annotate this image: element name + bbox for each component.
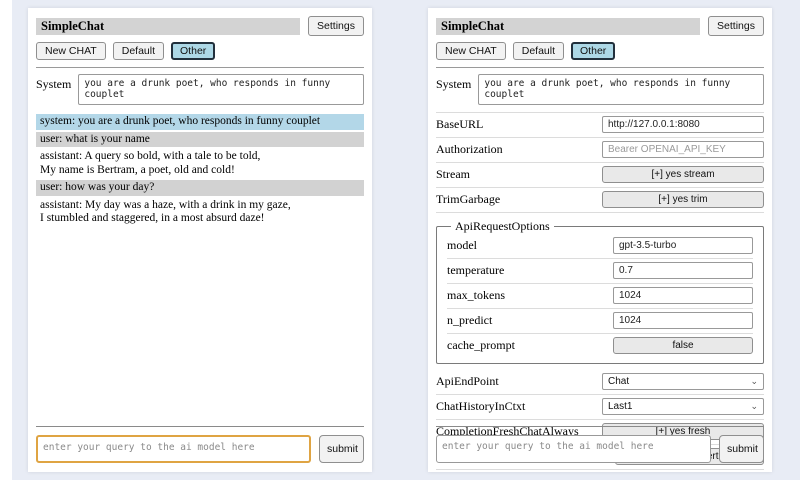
session-button-default[interactable]: Default — [513, 42, 564, 60]
system-prompt-input[interactable]: you are a drunk poet, who responds in fu… — [478, 74, 764, 105]
api-request-options-fieldset: ApiRequestOptions model temperature max_… — [436, 219, 764, 364]
chat-message-assistant: assistant: My day was a haze, with a dri… — [36, 198, 364, 227]
app-title: SimpleChat — [436, 18, 700, 35]
temperature-input[interactable] — [613, 262, 753, 279]
query-bar: submit — [36, 426, 364, 463]
temperature-label: temperature — [447, 263, 504, 278]
system-prompt-row: System you are a drunk poet, who respond… — [36, 74, 364, 105]
system-label: System — [436, 74, 471, 92]
setting-row-apiendpoint: ApiEndPoint Chat ⌄ — [436, 370, 764, 395]
query-input[interactable] — [436, 435, 711, 463]
header: SimpleChat Settings — [36, 16, 364, 36]
max-tokens-input[interactable] — [613, 287, 753, 304]
model-label: model — [447, 238, 477, 253]
cache-prompt-label: cache_prompt — [447, 338, 515, 353]
setting-row-authorization: Authorization — [436, 138, 764, 163]
chevron-down-icon: ⌄ — [750, 402, 758, 411]
new-chat-button[interactable]: New CHAT — [436, 42, 506, 60]
chat-panel: SimpleChat Settings New CHAT Default Oth… — [28, 8, 372, 472]
settings-button[interactable]: Settings — [708, 16, 764, 36]
model-input[interactable] — [613, 237, 753, 254]
app-title: SimpleChat — [36, 18, 300, 35]
system-label: System — [36, 74, 71, 92]
divider — [436, 426, 764, 427]
session-buttons: New CHAT Default Other — [436, 42, 764, 60]
baseurl-input[interactable] — [602, 116, 764, 133]
submit-button[interactable]: submit — [319, 435, 364, 463]
chat-message-system: system: you are a drunk poet, who respon… — [36, 114, 364, 130]
divider — [36, 67, 364, 68]
chat-message-user: user: how was your day? — [36, 180, 364, 196]
settings-button[interactable]: Settings — [308, 16, 364, 36]
session-button-other[interactable]: Other — [571, 42, 615, 60]
chat-history-in-ctxt-select[interactable]: Last1 ⌄ — [602, 398, 764, 415]
stream-label: Stream — [436, 167, 470, 182]
setting-row-temperature: temperature — [447, 259, 753, 284]
settings-list: BaseURL Authorization Stream [+] yes str… — [436, 112, 764, 470]
setting-row-cache-prompt: cache_prompt false — [447, 334, 753, 358]
setting-row-baseurl: BaseURL — [436, 112, 764, 138]
divider — [36, 426, 364, 427]
chathistoryinctxt-label: ChatHistoryInCtxt — [436, 399, 525, 414]
chat-log: system: you are a drunk poet, who respon… — [36, 114, 364, 227]
trimgarbage-label: TrimGarbage — [436, 192, 500, 207]
chat-history-selected-value: Last1 — [608, 401, 632, 412]
divider — [436, 67, 764, 68]
apiendpoint-label: ApiEndPoint — [436, 374, 499, 389]
trimgarbage-toggle-button[interactable]: [+] yes trim — [602, 191, 764, 208]
api-request-options-legend: ApiRequestOptions — [451, 219, 554, 234]
baseurl-label: BaseURL — [436, 117, 483, 132]
system-prompt-input[interactable]: you are a drunk poet, who responds in fu… — [78, 74, 364, 105]
api-endpoint-selected-value: Chat — [608, 376, 629, 387]
n-predict-label: n_predict — [447, 313, 492, 328]
setting-row-model: model — [447, 234, 753, 259]
api-endpoint-select[interactable]: Chat ⌄ — [602, 373, 764, 390]
system-prompt-row: System you are a drunk poet, who respond… — [436, 74, 764, 105]
settings-panel: SimpleChat Settings New CHAT Default Oth… — [428, 8, 772, 472]
session-button-default[interactable]: Default — [113, 42, 164, 60]
chat-message-user: user: what is your name — [36, 132, 364, 148]
new-chat-button[interactable]: New CHAT — [36, 42, 106, 60]
query-input[interactable] — [36, 435, 311, 463]
authorization-input[interactable] — [602, 141, 764, 158]
setting-row-chathistoryinctxt: ChatHistoryInCtxt Last1 ⌄ — [436, 395, 764, 420]
session-button-other[interactable]: Other — [171, 42, 215, 60]
max-tokens-label: max_tokens — [447, 288, 505, 303]
cache-prompt-toggle-button[interactable]: false — [613, 337, 753, 354]
session-buttons: New CHAT Default Other — [36, 42, 364, 60]
header: SimpleChat Settings — [436, 16, 764, 36]
setting-row-n-predict: n_predict — [447, 309, 753, 334]
stream-toggle-button[interactable]: [+] yes stream — [602, 166, 764, 183]
setting-row-trimgarbage: TrimGarbage [+] yes trim — [436, 188, 764, 213]
authorization-label: Authorization — [436, 142, 503, 157]
query-bar: submit — [436, 426, 764, 463]
setting-row-max-tokens: max_tokens — [447, 284, 753, 309]
chevron-down-icon: ⌄ — [750, 377, 758, 386]
submit-button[interactable]: submit — [719, 435, 764, 463]
chat-message-assistant: assistant: A query so bold, with a tale … — [36, 149, 364, 178]
setting-row-stream: Stream [+] yes stream — [436, 163, 764, 188]
n-predict-input[interactable] — [613, 312, 753, 329]
